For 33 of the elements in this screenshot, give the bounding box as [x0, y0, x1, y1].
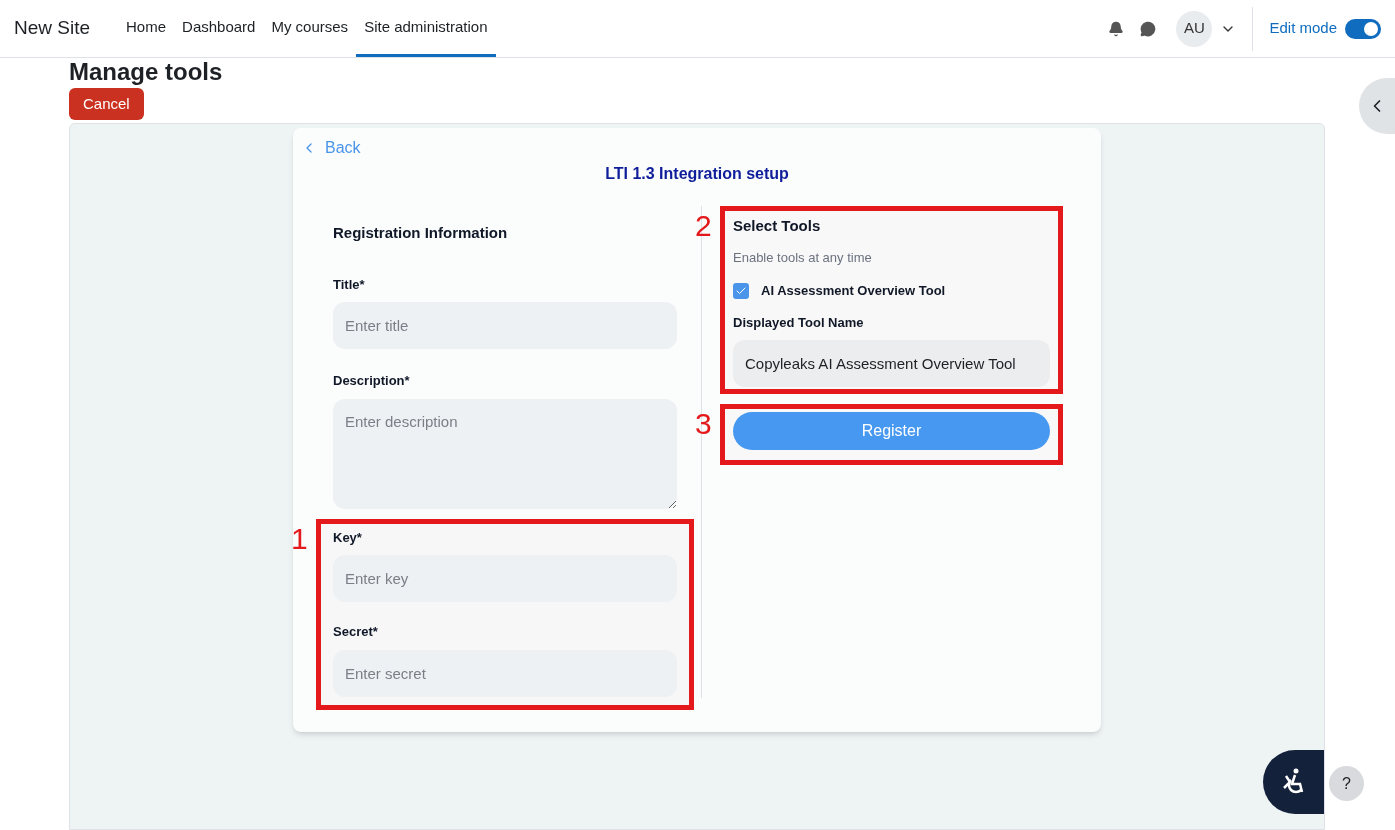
- nav-link[interactable]: Home: [118, 0, 175, 57]
- drawer-toggle-button[interactable]: [1359, 78, 1395, 134]
- help-button[interactable]: ?: [1329, 766, 1364, 801]
- section-heading: Registration Information: [333, 223, 509, 243]
- hint-text: Enable tools at any time: [733, 248, 873, 267]
- setup-title: LTI 1.3 Integration setup: [605, 164, 789, 184]
- notification-bell-icon[interactable]: [1108, 20, 1125, 37]
- field-label: Title*: [333, 275, 366, 294]
- field-label: Displayed Tool Name: [733, 313, 865, 332]
- section-heading: Select Tools: [733, 216, 822, 236]
- nav-link[interactable]: Site administration: [356, 0, 496, 57]
- chat-bubble-icon[interactable]: [1140, 20, 1157, 37]
- field-label: Description*: [333, 372, 411, 390]
- user-avatar[interactable]: AU: [1176, 10, 1213, 47]
- page-heading: Manage tools: [69, 60, 224, 84]
- edit-mode-toggle[interactable]: [1345, 18, 1381, 39]
- description-field[interactable]: Enter description: [333, 398, 677, 509]
- nav-link[interactable]: Dashboard: [174, 0, 264, 57]
- annotation-number: 3: [695, 409, 712, 439]
- cancel-button[interactable]: Cancel: [69, 88, 144, 120]
- field-label: Secret*: [333, 623, 379, 641]
- field-label: Key*: [333, 528, 363, 547]
- tool-name-field[interactable]: Copyleaks AI Assessment Overview Tool: [733, 340, 1050, 387]
- checkbox-label: AI Assessment Overview Tool: [761, 282, 946, 300]
- annotation-number: 2: [695, 211, 712, 241]
- nav-link[interactable]: My courses: [263, 0, 357, 57]
- input-field[interactable]: Enter key: [333, 555, 677, 602]
- tool-checkbox[interactable]: [733, 282, 749, 299]
- edit-mode-label: Edit mode: [1269, 18, 1337, 39]
- input-field[interactable]: Enter secret: [333, 649, 677, 697]
- input-field[interactable]: Enter title: [333, 302, 677, 349]
- annotation-number: 1: [291, 523, 308, 554]
- site-name[interactable]: New Site: [14, 14, 91, 43]
